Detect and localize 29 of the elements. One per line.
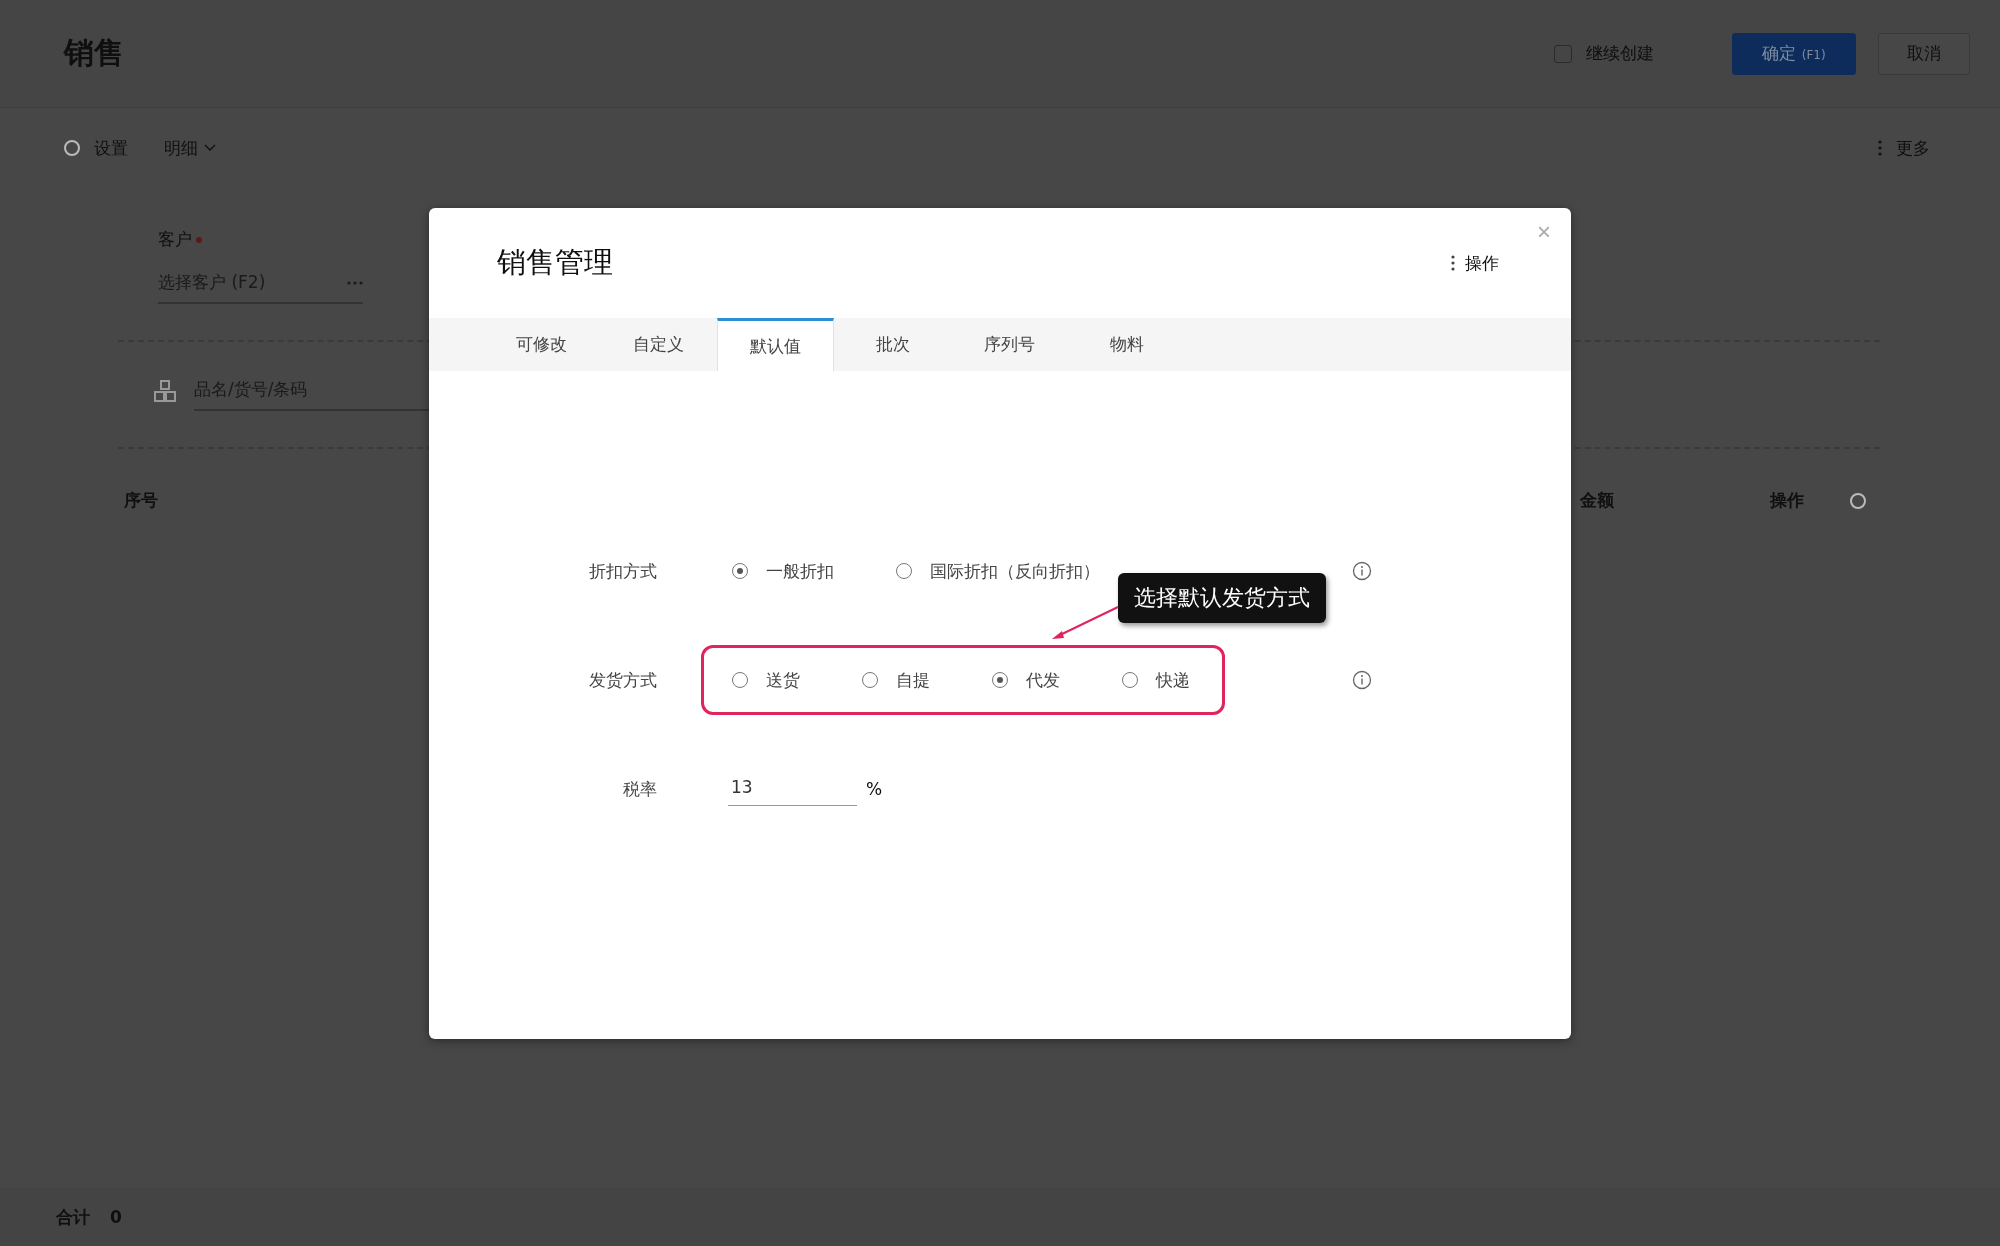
actions-menu[interactable]: 操作: [1465, 251, 1499, 275]
info-icon[interactable]: [1352, 670, 1372, 690]
column-header: 序号: [124, 489, 159, 512]
tab[interactable]: 自定义: [600, 318, 717, 371]
annotation-arrow: [1050, 605, 1120, 641]
boxes-icon: [154, 379, 176, 402]
column-header: 操作: [1770, 489, 1805, 512]
more-icon[interactable]: [1451, 255, 1455, 271]
radio-label: 代发: [1026, 668, 1060, 692]
field-label: 发货方式: [588, 668, 657, 692]
radio-label: 自提: [896, 668, 930, 692]
column-header: 金额: [1580, 489, 1615, 512]
unit-label: %: [866, 779, 883, 799]
radio-label: 一般折扣: [766, 559, 834, 583]
field-label: 折扣方式: [588, 559, 657, 583]
field-label: 税率: [622, 777, 657, 801]
radio-label: 快递: [1156, 668, 1190, 692]
annotation-tooltip: 选择默认发货方式: [1118, 573, 1326, 623]
radio-label: 送货: [766, 668, 800, 692]
tab[interactable]: 批次: [834, 318, 951, 371]
tab[interactable]: 序列号: [951, 318, 1068, 371]
checkbox[interactable]: [1554, 44, 1572, 63]
tab[interactable]: 默认值: [717, 318, 834, 371]
dialog-title: 销售管理: [497, 244, 613, 281]
radio-label: 国际折扣（反向折扣）: [930, 559, 1100, 583]
tab[interactable]: 可修改: [483, 318, 600, 371]
tab[interactable]: 物料: [1068, 318, 1185, 371]
confirm-button[interactable]: 确定 (F1): [1732, 32, 1856, 75]
info-icon[interactable]: [1352, 561, 1372, 581]
